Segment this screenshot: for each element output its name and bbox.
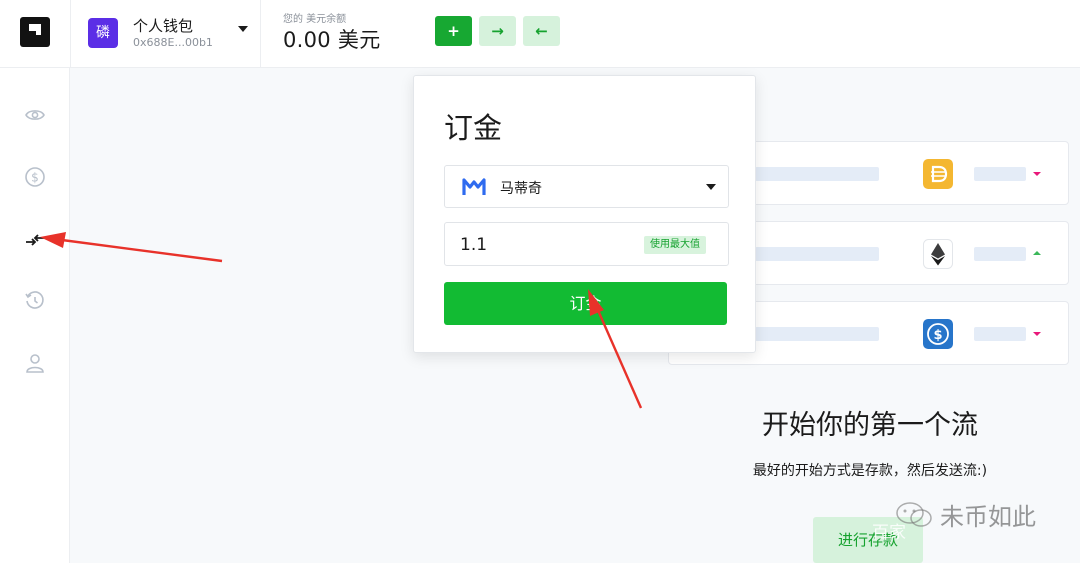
send-button[interactable]: → xyxy=(479,16,516,46)
svg-text:$: $ xyxy=(31,171,39,185)
add-funds-button[interactable]: + xyxy=(435,16,472,46)
usdc-icon: $ xyxy=(923,319,953,349)
trend-down-icon xyxy=(1033,172,1041,176)
token-name: 马蒂奇 xyxy=(500,181,542,197)
loading-placeholder xyxy=(974,167,1026,181)
loading-placeholder xyxy=(755,167,879,181)
loading-placeholder xyxy=(974,247,1026,261)
loading-placeholder xyxy=(755,327,879,341)
wallet-name: 个人钱包 xyxy=(133,17,194,35)
eye-icon[interactable] xyxy=(24,104,46,126)
balance-label: 您的 美元余额 xyxy=(283,14,347,25)
balance-value: 0.00 美元 xyxy=(283,28,381,52)
logo-mark-inner xyxy=(29,31,36,38)
loading-placeholder xyxy=(974,327,1026,341)
swap-arrows-icon[interactable] xyxy=(24,229,46,251)
trend-up-icon xyxy=(1033,251,1041,255)
wallet-selector[interactable]: 磷 个人钱包 0x688E...00b1 xyxy=(88,14,253,54)
amount-input[interactable]: 1.1 使用最大值 xyxy=(444,222,729,266)
deposit-submit-button[interactable]: 订金 xyxy=(444,282,727,325)
history-icon[interactable] xyxy=(24,290,46,312)
loading-placeholder xyxy=(755,247,879,261)
header-divider xyxy=(260,0,261,68)
app-logo[interactable] xyxy=(20,17,50,47)
deposit-panel: 订金 马蒂奇 1.1 使用最大值 订金 xyxy=(413,75,756,353)
receive-button[interactable]: ← xyxy=(523,16,560,46)
chevron-down-icon xyxy=(706,184,716,190)
top-header: 磷 个人钱包 0x688E...00b1 您的 美元余额 0.00 美元 + →… xyxy=(0,0,1080,68)
sidebar: $ xyxy=(0,68,70,563)
use-max-button[interactable]: 使用最大值 xyxy=(644,236,706,254)
empty-state-subtitle: 最好的开始方式是存款，然后发送流:) xyxy=(752,463,988,479)
empty-state-title: 开始你的第一个流 xyxy=(762,410,978,441)
wallet-address: 0x688E...00b1 xyxy=(133,36,213,49)
watermark-text: 未币如此 xyxy=(940,503,1036,531)
eth-icon xyxy=(923,239,953,269)
amount-value: 1.1 xyxy=(460,235,488,255)
trend-down-icon xyxy=(1033,332,1041,336)
token-select[interactable]: 马蒂奇 xyxy=(444,165,729,208)
chevron-down-icon xyxy=(238,26,248,32)
header-divider xyxy=(70,0,71,68)
svg-text:$: $ xyxy=(933,328,942,343)
polygon-matic-icon xyxy=(462,178,486,195)
user-icon[interactable] xyxy=(24,352,46,374)
dollar-circle-icon[interactable]: $ xyxy=(24,166,46,188)
watermark-subtext: 百家 xyxy=(872,523,906,543)
dai-icon xyxy=(923,159,953,189)
wallet-avatar: 磷 xyxy=(88,18,118,48)
panel-title: 订金 xyxy=(444,111,503,145)
annotation-arrow-line xyxy=(61,238,223,263)
